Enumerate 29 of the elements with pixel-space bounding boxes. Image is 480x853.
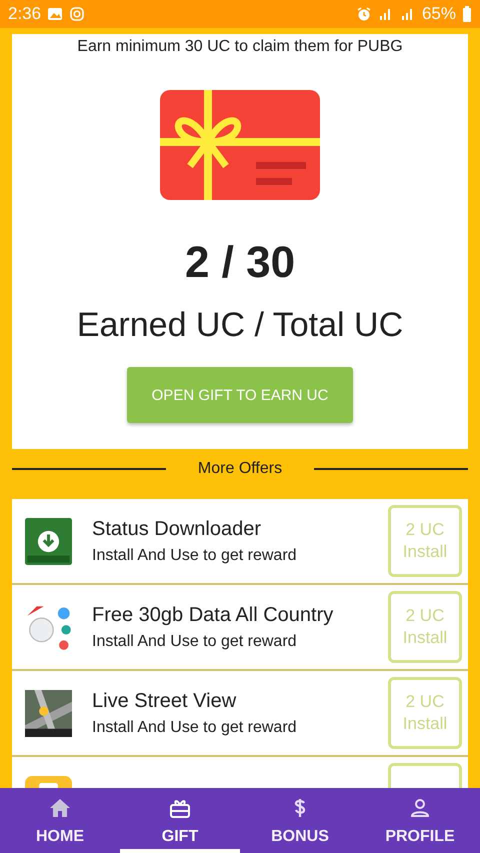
offer-subtitle: Install And Use to get reward — [92, 632, 298, 650]
progress-count: 2 / 30 — [184, 238, 296, 288]
battery-percent: 65% — [422, 4, 456, 24]
nav-tab[interactable]: HOME — [0, 788, 120, 853]
gift-card-icon — [160, 90, 320, 200]
reward-amount: 2 UC — [406, 692, 444, 712]
offer-subtitle: Install And Use to get reward — [92, 546, 298, 564]
battery-icon — [462, 6, 472, 22]
app-icon — [25, 518, 72, 564]
image-icon — [47, 6, 64, 22]
nav-tab[interactable]: GIFT — [120, 788, 240, 853]
nav-tab[interactable]: PROFILE — [360, 788, 480, 853]
offer-subtitle: Install And Use to get reward — [92, 718, 298, 736]
camera-icon — [69, 6, 86, 22]
install-label: Install — [402, 628, 448, 648]
reward-amount: 2 UC — [406, 520, 444, 540]
progress-caption: Earned UC / Total UC — [76, 306, 404, 345]
app-icon — [25, 690, 72, 736]
reward-amount: 2 UC — [406, 606, 444, 626]
offer-title: Status Downloader — [92, 518, 262, 540]
install-label: Install — [402, 714, 448, 734]
nav-tab[interactable]: BONUS — [240, 788, 360, 853]
offer-title: Free 30gb Data All Country — [92, 604, 334, 626]
notice-text: Earn minimum 30 UC to claim them for PUBG — [77, 38, 403, 56]
offer-title: Live Street View — [92, 690, 238, 712]
alarm-icon — [356, 6, 372, 22]
install-label: Install — [402, 542, 448, 562]
section-heading: More Offers — [196, 460, 284, 478]
clock-time: 2:36 — [8, 4, 42, 24]
